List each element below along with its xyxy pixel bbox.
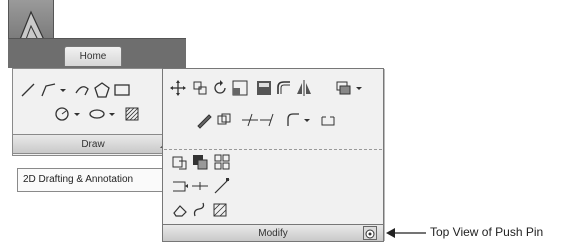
workspace-dropdown[interactable]: 2D Drafting & Annotation [17, 168, 171, 192]
match-icon[interactable] [191, 153, 209, 171]
line-icon[interactable] [19, 81, 37, 99]
grid-icon[interactable] [213, 153, 231, 171]
explode-icon[interactable] [319, 111, 337, 129]
lengthen-icon[interactable] [171, 177, 189, 195]
join-icon[interactable] [191, 177, 209, 195]
chamfer-icon[interactable] [171, 153, 189, 171]
extend-icon[interactable] [259, 111, 277, 129]
stretch-icon[interactable] [215, 111, 233, 129]
break-icon[interactable] [213, 177, 231, 195]
erase-icon[interactable] [171, 201, 189, 219]
layer-icon[interactable] [335, 79, 365, 97]
hatch-edit-icon[interactable] [211, 201, 229, 219]
hatch-icon[interactable] [123, 105, 141, 123]
ellipse-icon[interactable] [88, 105, 118, 123]
edit-icon[interactable] [191, 201, 209, 219]
pen-icon[interactable] [195, 111, 213, 129]
array-icon[interactable] [255, 79, 273, 97]
draw-panel-title[interactable]: Draw ◢ [12, 134, 174, 154]
copy-icon[interactable] [191, 79, 209, 97]
trim-icon[interactable] [241, 111, 259, 129]
callout-label: Top View of Push Pin [430, 225, 544, 239]
arc-icon[interactable] [73, 81, 91, 99]
mirror-icon[interactable] [295, 79, 313, 97]
rotate-icon[interactable] [211, 79, 229, 97]
circle-icon[interactable] [53, 105, 83, 123]
modify-panel-title[interactable]: Modify [162, 224, 384, 242]
callout-arrow-icon [386, 226, 426, 238]
panel-divider [164, 149, 382, 150]
scale-icon[interactable] [231, 79, 249, 97]
rectangle-icon[interactable] [113, 81, 131, 99]
move-icon[interactable] [169, 79, 187, 97]
modify-panel-label: Modify [258, 228, 288, 239]
fillet-icon[interactable] [285, 111, 315, 129]
push-pin-icon[interactable] [363, 226, 377, 240]
offset-icon[interactable] [275, 79, 293, 97]
draw-panel-label: Draw [81, 139, 105, 150]
polyline-icon[interactable] [39, 81, 69, 99]
modify-panel [162, 68, 384, 240]
polygon-icon[interactable] [93, 81, 111, 99]
tab-home[interactable]: Home [64, 46, 122, 66]
